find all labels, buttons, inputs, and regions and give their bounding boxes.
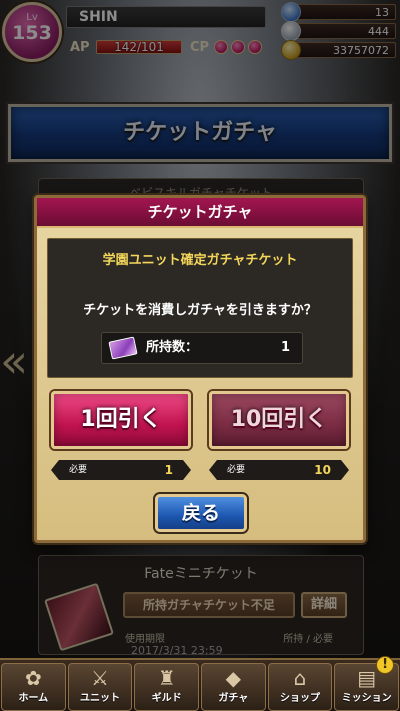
nav-label: ユニット [80,693,120,704]
confirm-question: チケットを消費しガチャを引きますか？ [83,303,317,318]
dialog-title: チケットガチャ [37,198,363,228]
nav-item-guild[interactable]: ♜ ギルド [134,663,200,711]
bottom-navigation: ✿ ホーム ⚔ ユニット ♜ ギルド ◆ ガチャ ⌂ ショップ ▤ ミッション! [0,656,400,711]
shop-icon: ⌂ [293,666,307,690]
nav-label: ショップ [280,693,321,704]
owned-label: 所持数： [146,340,199,355]
gacha-icon: ◆ [225,666,242,690]
home-icon: ✿ [24,666,42,690]
required-label: 必要 [227,465,246,475]
owned-count-box: 所持数： 1 [101,332,303,364]
nav-label: ミッション [341,693,392,704]
pull-once-button[interactable]: 1回引く [51,391,191,449]
pull-ten-cost: 必要 10 [209,460,349,480]
nav-label: ホーム [18,693,49,704]
unit-icon: ⚔ [91,666,109,690]
pull-ten-button[interactable]: 10回引く [209,391,349,449]
required-value: 1 [164,463,173,477]
nav-item-unit[interactable]: ⚔ ユニット [67,663,133,711]
nav-item-home[interactable]: ✿ ホーム [1,663,66,711]
nav-item-mission[interactable]: ▤ ミッション! [334,656,400,711]
nav-item-shop[interactable]: ⌂ ショップ [267,663,333,711]
pull-once-cost: 必要 1 [51,460,191,480]
notification-badge: ! [376,656,395,674]
nav-label: ギルド [151,693,182,704]
owned-count: 1 [280,340,290,355]
nav-label: ガチャ [218,693,249,704]
required-label: 必要 [69,465,88,475]
guild-icon: ♜ [157,666,176,690]
dialog-message-panel: 学園ユニット確定ガチャチケット チケットを消費しガチャを引きますか？ 所持数： … [47,238,353,378]
ticket-icon [108,336,138,360]
back-button[interactable]: 戻る [155,494,247,532]
nav-item-gacha[interactable]: ◆ ガチャ [201,663,266,711]
gacha-confirm-dialog: チケットガチャ 学園ユニット確定ガチャチケット チケットを消費しガチャを引きます… [34,195,366,543]
required-value: 10 [314,463,331,477]
ticket-name: 学園ユニット確定ガチャチケット [102,253,298,268]
